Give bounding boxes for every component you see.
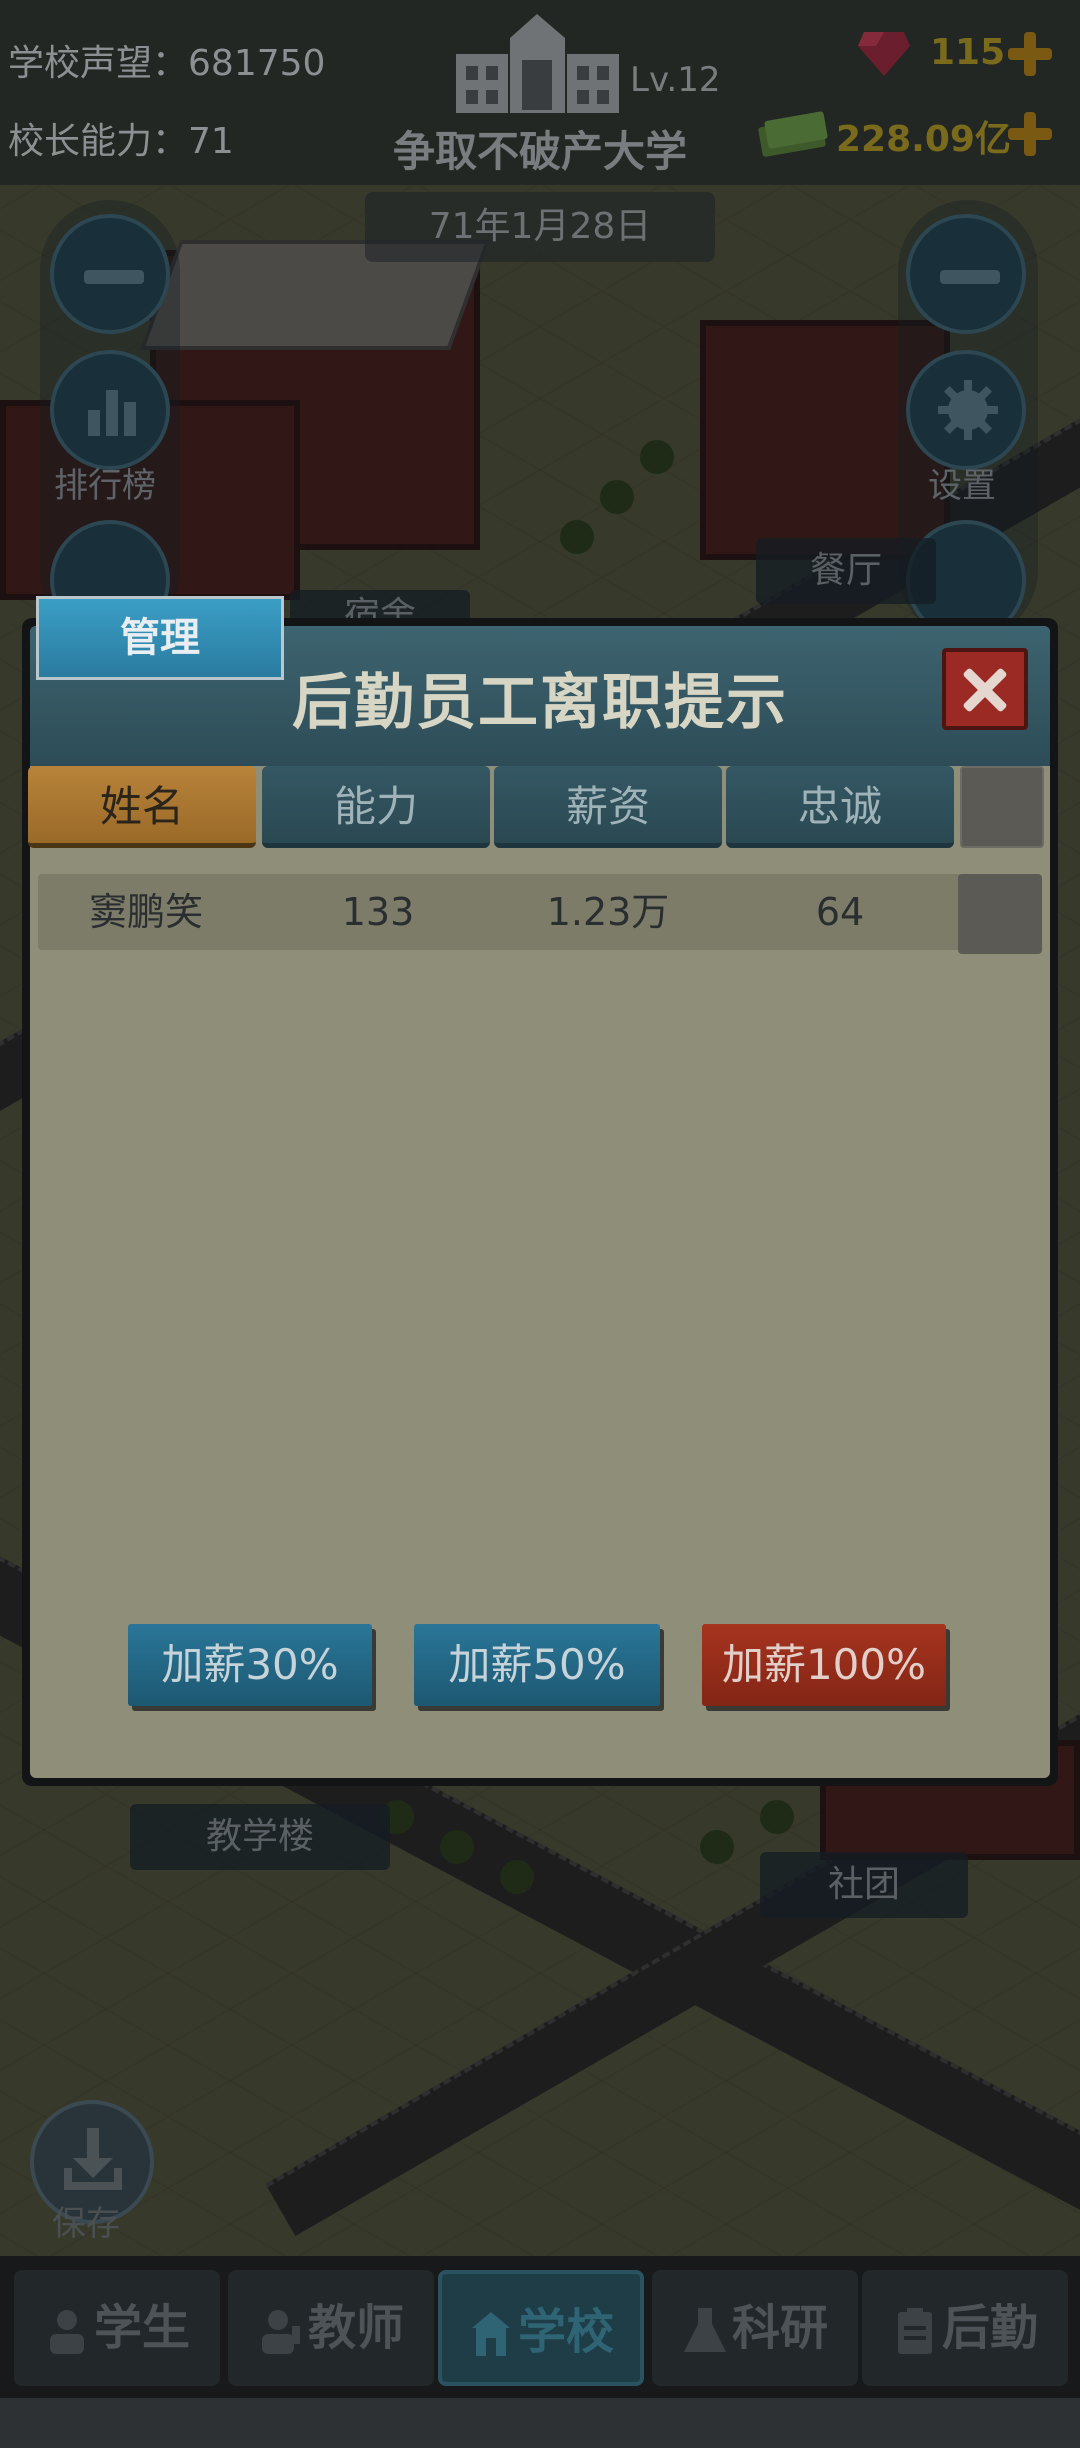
table-row[interactable]: 窦鹏笑 133 1.23万 64 — [38, 874, 1042, 950]
add-gems-button[interactable] — [1008, 32, 1052, 76]
reputation-value: 681750 — [188, 43, 326, 84]
map-tag-teaching-building[interactable]: 教学楼 — [130, 1804, 390, 1870]
add-money-button[interactable] — [1008, 112, 1052, 156]
school-icon — [471, 2312, 510, 2356]
column-header-salary[interactable]: 薪资 — [494, 766, 722, 848]
student-icon — [49, 2310, 84, 2354]
raise-50-button[interactable]: 加薪50% — [414, 1624, 660, 1706]
column-header-loyalty[interactable]: 忠诚 — [726, 766, 954, 848]
teacher-icon — [261, 2310, 300, 2354]
minus-icon — [940, 270, 1000, 284]
settings-button[interactable] — [906, 350, 1026, 470]
nav-students-label: 学生 — [93, 2300, 190, 2356]
gem-icon — [858, 32, 910, 76]
cell-loyalty: 64 — [815, 890, 865, 934]
column-header-ability[interactable]: 能力 — [262, 766, 490, 848]
cell-name: 窦鹏笑 — [88, 890, 203, 934]
raise-100-button[interactable]: 加薪100% — [702, 1624, 946, 1706]
system-navigation-bar — [0, 2398, 1080, 2448]
map-tag-canteen[interactable]: 餐厅 — [756, 538, 936, 604]
raise-30-button[interactable]: 加薪30% — [128, 1624, 372, 1706]
nav-school-label: 学校 — [517, 2304, 614, 2360]
ability-value: 71 — [188, 121, 234, 162]
map-tag-club[interactable]: 社团 — [760, 1852, 968, 1918]
cell-salary: 1.23万 — [546, 890, 670, 934]
principal-ability: 校长能力：71 — [8, 112, 234, 164]
game-date: 71年1月28日 — [365, 192, 715, 262]
column-header-extra — [960, 766, 1044, 848]
money-amount: 228.09亿 — [836, 119, 1011, 160]
cell-ability: 133 — [341, 890, 415, 934]
reputation-label-text: 学校声望： — [8, 43, 189, 84]
zoom-out-button-left[interactable] — [50, 214, 170, 334]
gear-icon — [938, 380, 998, 440]
school-level: Lv.12 — [630, 60, 721, 100]
reputation-label: 学校声望：681750 — [8, 34, 325, 86]
nav-teachers[interactable]: 教师 — [228, 2270, 434, 2386]
school-building-icon[interactable] — [450, 10, 625, 115]
nav-logistics-label: 后勤 — [941, 2300, 1038, 2356]
bar-chart-icon — [88, 390, 136, 436]
nav-students[interactable]: 学生 — [14, 2270, 220, 2386]
nav-research-label: 科研 — [731, 2300, 828, 2356]
cash-icon — [758, 111, 828, 157]
ranking-label: 排行榜 — [54, 466, 156, 506]
settings-label: 设置 — [928, 466, 996, 506]
nav-research[interactable]: 科研 — [652, 2270, 858, 2386]
gem-count: 115 — [930, 32, 1006, 73]
clipboard-icon — [897, 2308, 932, 2354]
ability-label-text: 校长能力： — [8, 121, 189, 162]
flask-icon — [683, 2308, 726, 2352]
nav-school[interactable]: 学校 — [438, 2270, 644, 2386]
download-icon — [64, 2128, 122, 2190]
column-header-name[interactable]: 姓名 — [28, 766, 256, 848]
minus-icon — [84, 270, 144, 284]
school-name: 争取不破产大学 — [392, 127, 687, 176]
row-checkbox[interactable] — [958, 874, 1042, 954]
zoom-out-button-right[interactable] — [906, 214, 1026, 334]
ranking-button[interactable] — [50, 350, 170, 470]
tab-manage[interactable]: 管理 — [36, 596, 284, 680]
save-label: 保存 — [52, 2204, 120, 2244]
close-icon[interactable] — [942, 648, 1028, 730]
nav-teachers-label: 教师 — [307, 2300, 404, 2356]
nav-logistics[interactable]: 后勤 — [862, 2270, 1068, 2386]
bottom-nav: 学生 教师 学校 科研 后勤 — [0, 2256, 1080, 2398]
